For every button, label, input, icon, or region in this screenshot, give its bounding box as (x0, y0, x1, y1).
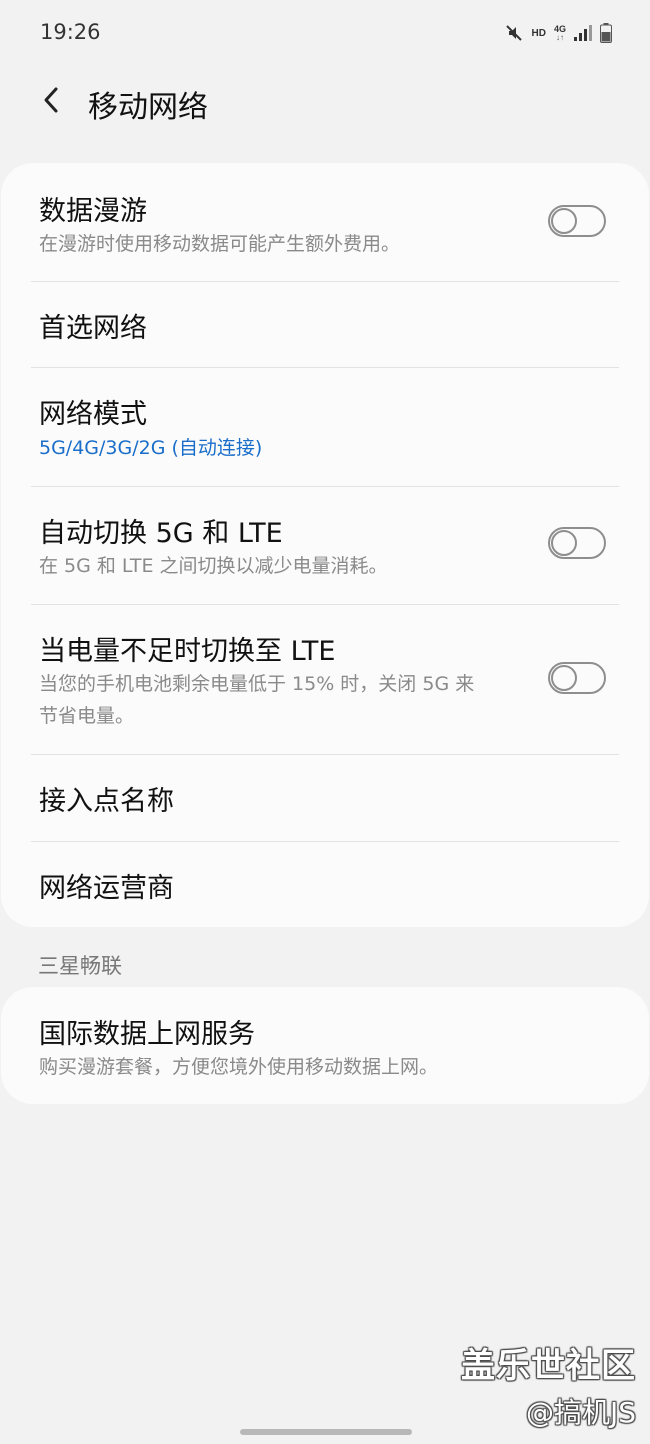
status-time: 19:26 (40, 20, 101, 44)
low-battery-subtitle-line2: 节省电量。 (39, 705, 135, 727)
data-roaming-toggle[interactable] (548, 205, 606, 237)
section-header: 三星畅联 (38, 954, 122, 978)
hd-icon: HD (531, 27, 546, 39)
low-battery-title: 当电量不足时切换至 LTE (39, 636, 336, 667)
intl-data-service-row[interactable]: 国际数据上网服务 购买漫游套餐，方便您境外使用移动数据上网。 (1, 987, 649, 1104)
data-roaming-subtitle: 在漫游时使用移动数据可能产生额外费用。 (39, 233, 401, 255)
access-point-names-title: 接入点名称 (39, 786, 174, 817)
network-operators-row[interactable]: 网络运营商 (1, 842, 649, 927)
preferred-network-title: 首选网络 (39, 313, 147, 344)
toggle-knob (551, 530, 577, 556)
toggle-knob (551, 208, 577, 234)
intl-data-service-title: 国际数据上网服务 (39, 1019, 255, 1050)
data-roaming-title: 数据漫游 (39, 196, 147, 227)
settings-card: 数据漫游 在漫游时使用移动数据可能产生额外费用。 首选网络 网络模式 5G/4G… (1, 163, 649, 927)
page-title: 移动网络 (88, 90, 208, 125)
low-battery-lte-row[interactable]: 当电量不足时切换至 LTE 当您的手机电池剩余电量低于 15% 时，关闭 5G … (1, 605, 649, 754)
data-arrows-icon: ↓↑ (555, 32, 564, 42)
access-point-names-row[interactable]: 接入点名称 (1, 755, 649, 841)
network-mode-title: 网络模式 (39, 399, 147, 430)
status-bar: 19:26 HD 4G ↓↑ (0, 0, 650, 66)
watermark-logo: 盖乐世社区 (461, 1346, 636, 1386)
data-roaming-row[interactable]: 数据漫游 在漫游时使用移动数据可能产生额外费用。 (1, 163, 649, 281)
app-header: 移动网络 (0, 66, 650, 136)
low-battery-toggle[interactable] (548, 662, 606, 694)
battery-icon (600, 23, 612, 43)
chevron-left-icon (44, 87, 58, 113)
toggle-knob (551, 665, 577, 691)
low-battery-subtitle-line1: 当您的手机电池剩余电量低于 15% 时，关闭 5G 来 (39, 673, 475, 695)
auto-switch-toggle[interactable] (548, 527, 606, 559)
network-operators-title: 网络运营商 (39, 873, 174, 904)
preferred-network-row[interactable]: 首选网络 (1, 282, 649, 367)
auto-switch-subtitle: 在 5G 和 LTE 之间切换以减少电量消耗。 (39, 555, 388, 577)
intl-card: 国际数据上网服务 购买漫游套餐，方便您境外使用移动数据上网。 (1, 987, 649, 1104)
intl-data-service-subtitle: 购买漫游套餐，方便您境外使用移动数据上网。 (39, 1056, 439, 1078)
watermark: 盖乐世社区 @搞机JS (461, 1338, 636, 1431)
mute-icon (504, 23, 524, 43)
signal-icon (574, 25, 592, 41)
status-icons: HD 4G ↓↑ (504, 20, 612, 46)
network-4g-icon: 4G ↓↑ (554, 24, 566, 42)
auto-switch-5g-lte-row[interactable]: 自动切换 5G 和 LTE 在 5G 和 LTE 之间切换以减少电量消耗。 (1, 487, 649, 604)
network-mode-value: 5G/4G/3G/2G (自动连接) (39, 437, 263, 459)
auto-switch-title: 自动切换 5G 和 LTE (39, 518, 283, 549)
watermark-handle: @搞机JS (525, 1396, 636, 1429)
back-button[interactable] (30, 78, 74, 122)
home-indicator[interactable] (240, 1429, 412, 1435)
network-mode-row[interactable]: 网络模式 5G/4G/3G/2G (自动连接) (1, 368, 649, 486)
